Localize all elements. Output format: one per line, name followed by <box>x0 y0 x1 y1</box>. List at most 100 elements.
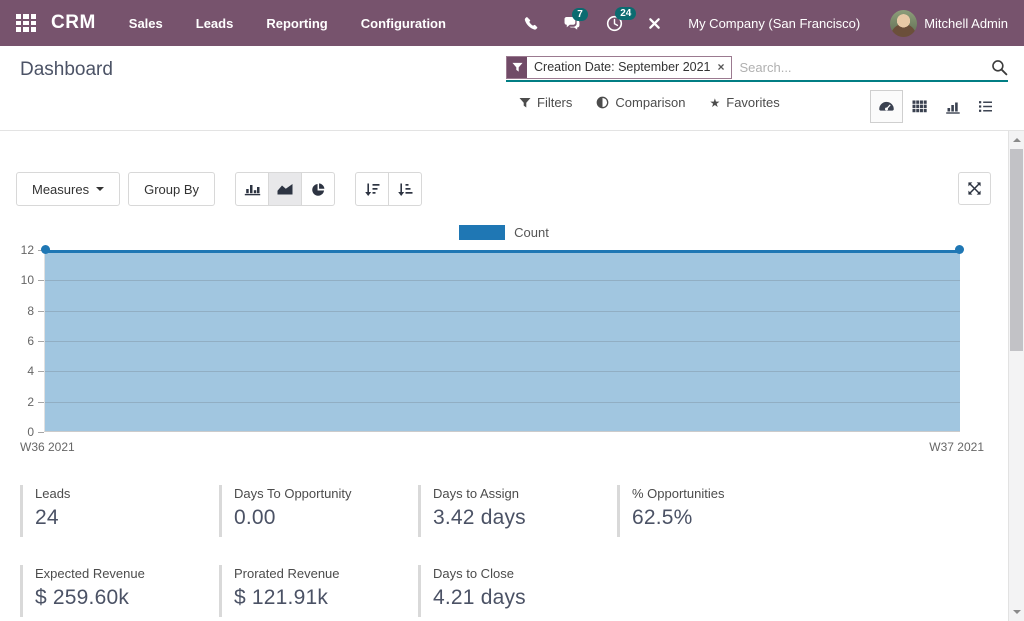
y-tick-mark <box>38 432 44 433</box>
y-tick-label: 12 <box>0 243 34 257</box>
view-dashboard-button[interactable] <box>870 90 903 123</box>
user-name: Mitchell Admin <box>924 16 1008 31</box>
company-switcher[interactable]: My Company (San Francisco) <box>688 16 860 31</box>
nav-item-reporting[interactable]: Reporting <box>266 16 327 31</box>
bar-chart-type-button[interactable] <box>235 172 269 206</box>
sort-ascending-button[interactable] <box>388 172 422 206</box>
kpi-opportunities-pct[interactable]: % Opportunities 62.5% <box>617 485 816 537</box>
kpi-days-to-close[interactable]: Days to Close 4.21 days <box>418 565 617 617</box>
chart-plot-area <box>44 250 960 432</box>
activities-button[interactable]: 24 <box>606 15 623 32</box>
measures-label: Measures <box>32 182 89 197</box>
grid-table-icon <box>912 100 927 114</box>
half-circle-icon <box>596 96 609 109</box>
gridline <box>45 341 960 342</box>
scroll-down-arrow-icon[interactable] <box>1013 610 1021 614</box>
bar-chart-icon <box>945 100 961 114</box>
sort-amount-desc-icon <box>364 182 380 197</box>
phone-icon <box>524 16 539 31</box>
bar-chart-icon <box>244 182 261 196</box>
messages-badge: 7 <box>572 8 588 21</box>
search-icon[interactable] <box>991 59 1008 76</box>
nav-item-leads[interactable]: Leads <box>196 16 234 31</box>
kpi-value: 4.21 days <box>433 586 617 610</box>
legend-item-count[interactable]: Count <box>0 225 1008 240</box>
search-facet: Creation Date: September 2021 × <box>506 56 732 79</box>
kpi-expected-revenue[interactable]: Expected Revenue $ 259.60k <box>20 565 219 617</box>
filters-menu-button[interactable]: Filters <box>519 95 572 110</box>
comparison-label: Comparison <box>615 95 685 110</box>
area-chart-icon <box>276 182 294 196</box>
y-tick-mark <box>38 371 44 372</box>
favorites-menu-button[interactable]: ★ Favorites <box>709 95 779 110</box>
filters-label: Filters <box>537 95 572 110</box>
app-name[interactable]: CRM <box>51 12 96 34</box>
kpi-label: % Opportunities <box>632 486 816 501</box>
kpi-value: 62.5% <box>632 506 816 530</box>
funnel-icon <box>519 97 531 109</box>
tachometer-icon <box>878 100 895 114</box>
y-tick-mark <box>38 280 44 281</box>
kpi-label: Days to Assign <box>433 486 617 501</box>
kpi-grid: Leads 24 Days To Opportunity 0.00 Days t… <box>20 485 816 617</box>
gridline <box>45 311 960 312</box>
y-tick-label: 0 <box>0 425 34 439</box>
list-icon <box>978 100 993 113</box>
line-chart-type-button[interactable] <box>268 172 302 206</box>
sort-group <box>355 172 422 206</box>
gridline <box>45 402 960 403</box>
debug-tools-button[interactable] <box>647 16 662 31</box>
legend-label: Count <box>514 225 549 240</box>
activities-badge: 24 <box>615 7 636 20</box>
nav-item-sales[interactable]: Sales <box>129 16 163 31</box>
expand-button[interactable] <box>958 172 991 205</box>
avatar <box>890 10 917 37</box>
view-pivot-button[interactable] <box>903 90 936 123</box>
nav-item-configuration[interactable]: Configuration <box>361 16 446 31</box>
favorites-label: Favorites <box>726 95 779 110</box>
group-by-button[interactable]: Group By <box>128 172 215 206</box>
facet-remove-button[interactable]: × <box>718 57 731 78</box>
kpi-value: 0.00 <box>234 506 418 530</box>
kpi-label: Leads <box>35 486 219 501</box>
view-list-button[interactable] <box>969 90 1002 123</box>
kpi-label: Expected Revenue <box>35 566 219 581</box>
y-tick-mark <box>38 311 44 312</box>
star-icon: ★ <box>709 96 720 110</box>
kpi-value: 24 <box>35 506 219 530</box>
kpi-prorated-revenue[interactable]: Prorated Revenue $ 121.91k <box>219 565 418 617</box>
measures-button[interactable]: Measures <box>16 172 120 206</box>
voip-phone-button[interactable] <box>524 16 539 31</box>
vertical-scrollbar[interactable] <box>1008 131 1024 621</box>
dashboard-content: Measures Group By <box>0 131 1008 621</box>
sort-descending-button[interactable] <box>355 172 389 206</box>
y-tick-label: 10 <box>0 273 34 287</box>
page-title: Dashboard <box>20 59 113 81</box>
scroll-up-arrow-icon[interactable] <box>1013 138 1021 142</box>
count-series-area <box>45 250 960 431</box>
apps-menu-icon[interactable] <box>16 14 36 32</box>
kpi-leads[interactable]: Leads 24 <box>20 485 219 537</box>
sort-amount-asc-icon <box>397 182 413 197</box>
kpi-label: Days To Opportunity <box>234 486 418 501</box>
messages-button[interactable]: 7 <box>563 16 582 31</box>
graph-toolbar: Measures Group By <box>16 172 422 206</box>
pie-chart-type-button[interactable] <box>301 172 335 206</box>
kpi-value: $ 259.60k <box>35 586 219 610</box>
search-bar[interactable]: Creation Date: September 2021 × <box>506 56 1008 82</box>
x-axis-labels: W36 2021 W37 2021 <box>20 440 984 454</box>
user-menu[interactable]: Mitchell Admin <box>890 10 1008 37</box>
arrows-expand-icon <box>967 181 982 196</box>
kpi-days-to-assign[interactable]: Days to Assign 3.42 days <box>418 485 617 537</box>
view-graph-button[interactable] <box>936 90 969 123</box>
comparison-menu-button[interactable]: Comparison <box>596 95 685 110</box>
y-tick-mark <box>38 402 44 403</box>
kpi-days-to-opportunity[interactable]: Days To Opportunity 0.00 <box>219 485 418 537</box>
kpi-value: 3.42 days <box>433 506 617 530</box>
crossed-tools-icon <box>647 16 662 31</box>
y-tick-label: 2 <box>0 395 34 409</box>
chart-type-group <box>235 172 335 206</box>
scrollbar-thumb[interactable] <box>1010 149 1023 351</box>
y-tick-label: 6 <box>0 334 34 348</box>
search-input[interactable] <box>732 57 991 78</box>
